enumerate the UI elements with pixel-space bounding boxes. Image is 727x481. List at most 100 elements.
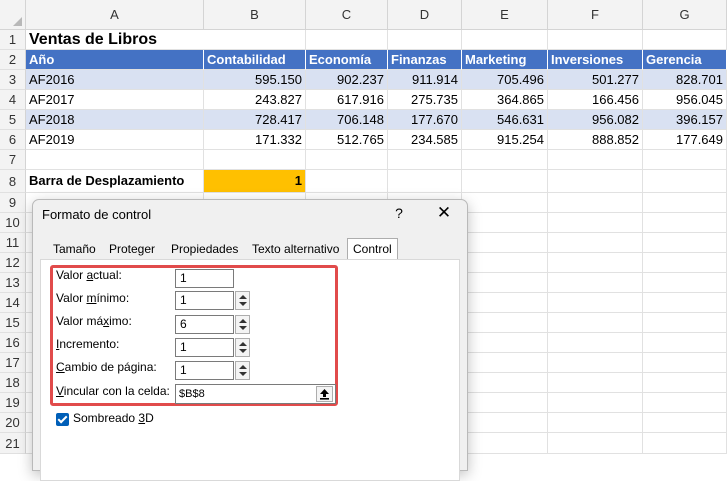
column-header-b[interactable]: B xyxy=(204,0,306,30)
cell-c7[interactable] xyxy=(306,150,388,170)
table-cell[interactable]: 501.277 xyxy=(548,70,643,90)
cell-e7[interactable] xyxy=(462,150,548,170)
cell-g19[interactable] xyxy=(643,393,727,413)
row-header-14[interactable]: 14 xyxy=(0,293,26,313)
cell-f20[interactable] xyxy=(548,413,643,433)
cell-f16[interactable] xyxy=(548,333,643,353)
cell-f18[interactable] xyxy=(548,373,643,393)
table-cell[interactable]: 617.916 xyxy=(306,90,388,110)
cell-g17[interactable] xyxy=(643,353,727,373)
row-header-5[interactable]: 5 xyxy=(0,110,26,130)
row-header-3[interactable]: 3 xyxy=(0,70,26,90)
incremento-input[interactable]: 1 xyxy=(175,338,234,357)
cell-g11[interactable] xyxy=(643,233,727,253)
cell-f11[interactable] xyxy=(548,233,643,253)
row-header-7[interactable]: 7 xyxy=(0,150,26,170)
cell-f7[interactable] xyxy=(548,150,643,170)
cell-f8[interactable] xyxy=(548,170,643,193)
cell-d8[interactable] xyxy=(388,170,462,193)
header-cell[interactable]: Inversiones xyxy=(548,50,643,70)
cell-b7[interactable] xyxy=(204,150,306,170)
cambio-pagina-spinner[interactable] xyxy=(235,361,250,380)
row-header-21[interactable]: 21 xyxy=(0,433,26,454)
select-all-corner[interactable] xyxy=(0,0,26,30)
table-cell[interactable]: 171.332 xyxy=(204,130,306,150)
header-cell[interactable]: Economía xyxy=(306,50,388,70)
cell-d7[interactable] xyxy=(388,150,462,170)
header-cell[interactable]: Contabilidad xyxy=(204,50,306,70)
tab-tamano[interactable]: Tamaño xyxy=(48,240,101,259)
cell-e8[interactable] xyxy=(462,170,548,193)
cell-e11[interactable] xyxy=(462,233,548,253)
cell-e12[interactable] xyxy=(462,253,548,273)
cell-e19[interactable] xyxy=(462,393,548,413)
cell-f12[interactable] xyxy=(548,253,643,273)
table-cell[interactable]: AF2017 xyxy=(26,90,204,110)
table-cell[interactable]: 911.914 xyxy=(388,70,462,90)
header-cell[interactable]: Marketing xyxy=(462,50,548,70)
table-cell[interactable]: 595.150 xyxy=(204,70,306,90)
column-header-f[interactable]: F xyxy=(548,0,643,30)
row-header-4[interactable]: 4 xyxy=(0,90,26,110)
table-cell[interactable]: 275.735 xyxy=(388,90,462,110)
table-cell[interactable]: 956.045 xyxy=(643,90,727,110)
scroll-value-cell[interactable]: 1 xyxy=(204,170,306,193)
help-icon[interactable]: ? xyxy=(391,205,407,221)
cell-f17[interactable] xyxy=(548,353,643,373)
valor-maximo-spinner[interactable] xyxy=(235,315,250,334)
cell-g13[interactable] xyxy=(643,273,727,293)
row-header-12[interactable]: 12 xyxy=(0,253,26,273)
table-cell[interactable]: 234.585 xyxy=(388,130,462,150)
cell-e1[interactable] xyxy=(462,30,548,50)
row-header-10[interactable]: 10 xyxy=(0,213,26,233)
table-cell[interactable]: 706.148 xyxy=(306,110,388,130)
collapse-dialog-button[interactable] xyxy=(316,386,333,402)
cell-g15[interactable] xyxy=(643,313,727,333)
table-cell[interactable]: 546.631 xyxy=(462,110,548,130)
cell-f14[interactable] xyxy=(548,293,643,313)
table-cell[interactable]: 828.701 xyxy=(643,70,727,90)
header-cell[interactable]: Finanzas xyxy=(388,50,462,70)
row-header-18[interactable]: 18 xyxy=(0,373,26,393)
column-header-e[interactable]: E xyxy=(462,0,548,30)
valor-minimo-input[interactable]: 1 xyxy=(175,291,234,310)
vincular-input[interactable]: $B$8 xyxy=(175,384,336,404)
cell-f13[interactable] xyxy=(548,273,643,293)
table-cell[interactable]: AF2019 xyxy=(26,130,204,150)
cell-b1[interactable] xyxy=(204,30,306,50)
table-cell[interactable]: AF2018 xyxy=(26,110,204,130)
table-cell[interactable]: 166.456 xyxy=(548,90,643,110)
cell-e17[interactable] xyxy=(462,353,548,373)
cell-f10[interactable] xyxy=(548,213,643,233)
cell-f1[interactable] xyxy=(548,30,643,50)
row-header-20[interactable]: 20 xyxy=(0,413,26,433)
row-header-8[interactable]: 8 xyxy=(0,170,26,193)
table-cell[interactable]: 512.765 xyxy=(306,130,388,150)
cell-c8[interactable] xyxy=(306,170,388,193)
cell-f9[interactable] xyxy=(548,193,643,213)
row-header-1[interactable]: 1 xyxy=(0,30,26,50)
valor-minimo-spinner[interactable] xyxy=(235,291,250,310)
table-cell[interactable]: 243.827 xyxy=(204,90,306,110)
cell-g14[interactable] xyxy=(643,293,727,313)
cell-c1[interactable] xyxy=(306,30,388,50)
tab-proteger[interactable]: Proteger xyxy=(104,240,160,259)
cell-g21[interactable] xyxy=(643,433,727,454)
table-cell[interactable]: 177.649 xyxy=(643,130,727,150)
table-cell[interactable]: 177.670 xyxy=(388,110,462,130)
header-cell[interactable]: Año xyxy=(26,50,204,70)
valor-actual-input[interactable]: 1 xyxy=(175,269,234,288)
cell-g7[interactable] xyxy=(643,150,727,170)
table-cell[interactable]: 888.852 xyxy=(548,130,643,150)
row-header-17[interactable]: 17 xyxy=(0,353,26,373)
cell-e13[interactable] xyxy=(462,273,548,293)
table-cell[interactable]: 364.865 xyxy=(462,90,548,110)
cell-g20[interactable] xyxy=(643,413,727,433)
cell-g8[interactable] xyxy=(643,170,727,193)
cambio-pagina-input[interactable]: 1 xyxy=(175,361,234,380)
cell-e14[interactable] xyxy=(462,293,548,313)
cell-d1[interactable] xyxy=(388,30,462,50)
row-header-9[interactable]: 9 xyxy=(0,193,26,213)
column-header-c[interactable]: C xyxy=(306,0,388,30)
tab-texto-alternativo[interactable]: Texto alternativo xyxy=(247,240,344,259)
